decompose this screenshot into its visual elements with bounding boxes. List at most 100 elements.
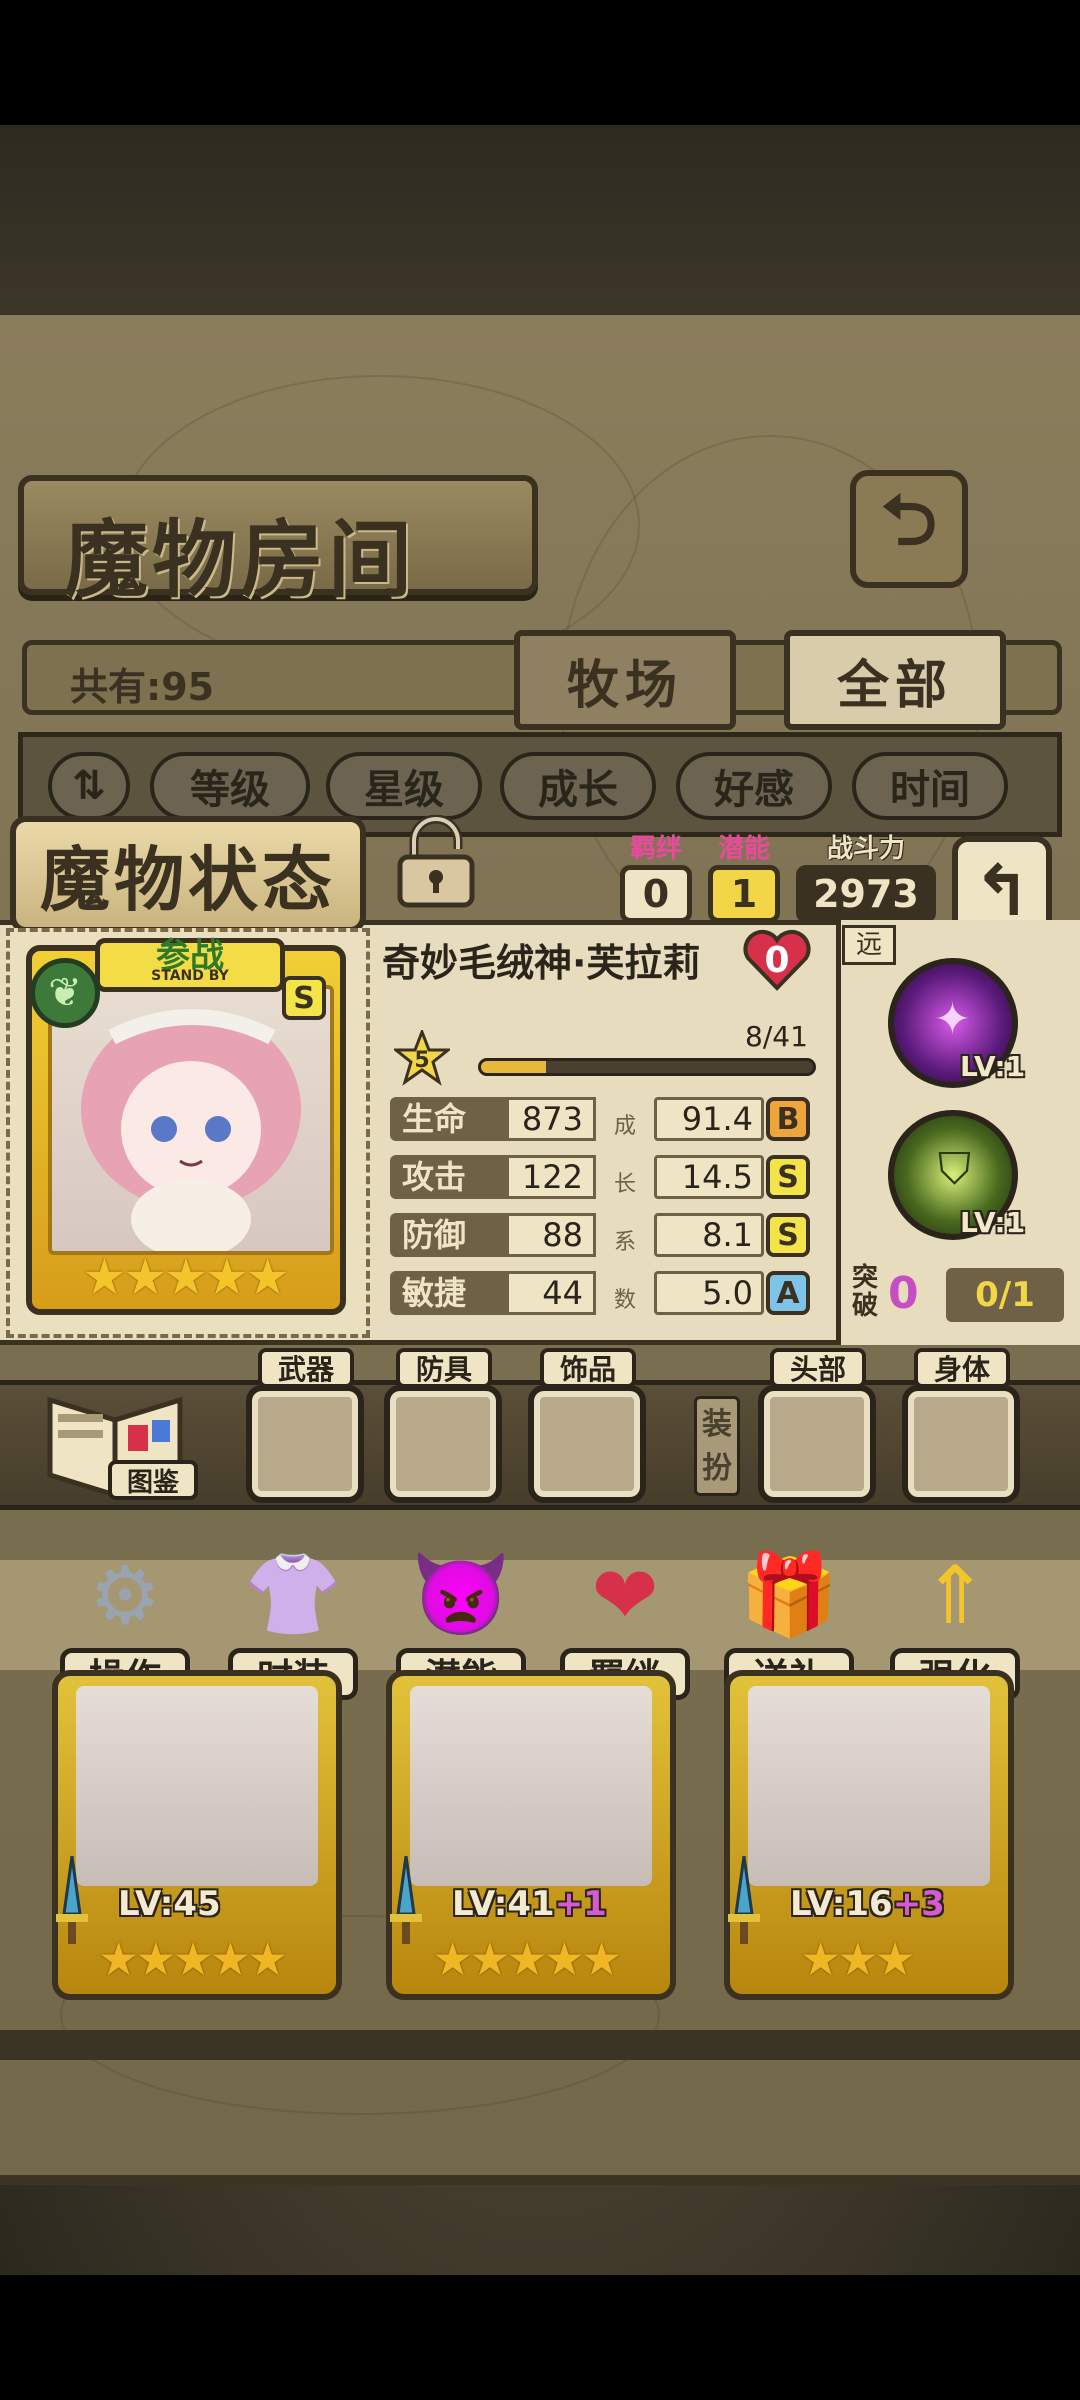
body-slot[interactable] — [902, 1385, 1020, 1503]
sword-icon — [390, 1856, 422, 1944]
break-value: 0 — [888, 1268, 919, 1319]
sort-level-button[interactable]: 等级 — [150, 752, 310, 820]
outfit-label: 装扮 — [694, 1396, 740, 1496]
monster-list-card[interactable]: LV:45 ★★★★★ — [52, 1670, 342, 2000]
exp-fill — [481, 1061, 546, 1073]
stat-value: 88 — [506, 1213, 596, 1257]
stat-hp: 生命 873 — [390, 1097, 596, 1141]
monster-stars: ★★★★★ — [98, 1932, 288, 1986]
monster-thumbnail — [748, 1686, 990, 1886]
monster-level-plus: +1 — [554, 1884, 607, 1924]
exp-bar — [478, 1058, 816, 1076]
page-title: 魔物房间 — [64, 510, 417, 609]
stat-value: 44 — [506, 1271, 596, 1315]
bond-value: 0 — [620, 865, 692, 923]
room-title-plaque: 魔物房间 — [18, 475, 538, 609]
growth-attack: 14.5 — [654, 1155, 764, 1199]
weapon-tag: 武器 — [258, 1348, 354, 1388]
stat-value: 122 — [506, 1155, 596, 1199]
growth-agility: 5.0 — [654, 1271, 764, 1315]
sort-affection-button[interactable]: 好感 — [676, 752, 832, 820]
break-label: 突破 — [851, 1263, 878, 1321]
head-tag: 头部 — [770, 1348, 866, 1388]
bond-stat: 羁绊 0 — [620, 835, 692, 923]
accessory-tag: 饰品 — [540, 1348, 636, 1388]
growth-caption-char: 成 — [614, 1114, 637, 1139]
power-value: 2973 — [796, 865, 936, 923]
potential-label: 潜能 — [717, 834, 770, 864]
armor-slot[interactable] — [384, 1385, 502, 1503]
sword-icon — [728, 1856, 760, 1944]
sort-growth-button[interactable]: 成长 — [500, 752, 656, 820]
monster-level: LV:41+1 — [452, 1884, 607, 1924]
monster-stars: ★★★★★ — [432, 1932, 622, 1986]
sparkle-icon: ✦ — [934, 994, 971, 1045]
sort-order-icon: ⇅ — [72, 763, 106, 809]
star-rating: ★★★★★ — [82, 1248, 290, 1306]
grade-agility: A — [766, 1271, 810, 1315]
growth-caption-char: 系 — [614, 1230, 637, 1255]
status-title: 魔物状态 — [10, 816, 366, 933]
codex-label[interactable]: 图鉴 — [108, 1460, 198, 1500]
exp-text: 8/41 — [745, 1020, 808, 1053]
gear-icon: ⚙ — [89, 1548, 161, 1642]
grade-defense: S — [766, 1213, 810, 1257]
gift-icon: 🎁 — [739, 1548, 839, 1641]
sort-star-button[interactable]: 星级 — [326, 752, 482, 820]
monster-level-plus: +3 — [892, 1884, 945, 1924]
tab-ranch[interactable]: 牧场 — [514, 630, 736, 730]
sword-icon — [56, 1856, 88, 1944]
power-stat: 战斗力 2973 — [796, 835, 936, 923]
sort-time-button[interactable]: 时间 — [852, 752, 1008, 820]
monster-level-text: LV:41 — [452, 1884, 555, 1924]
monster-thumbnail — [76, 1686, 318, 1886]
stat-attack: 攻击 122 — [390, 1155, 596, 1199]
list-bottom-border — [0, 2030, 1080, 2060]
stat-defense: 防御 88 — [390, 1213, 596, 1257]
body-tag: 身体 — [914, 1348, 1010, 1388]
stat-name: 敏捷 — [402, 1274, 467, 1312]
demon-icon: 👿 — [411, 1548, 511, 1641]
bond-label: 羁绊 — [629, 834, 682, 864]
unlock-icon[interactable] — [392, 815, 480, 910]
potential-stat: 潜能 1 — [708, 835, 780, 923]
exit-button[interactable]: ⮌ — [850, 470, 968, 588]
shirt-icon: 👚 — [243, 1548, 343, 1641]
armor-tag: 防具 — [396, 1348, 492, 1388]
power-label: 战斗力 — [826, 834, 905, 864]
growth-caption-char: 数 — [614, 1288, 637, 1313]
sort-order-toggle[interactable]: ⇅ — [48, 752, 130, 820]
grade-hp: B — [766, 1097, 810, 1141]
stat-name: 防御 — [402, 1216, 467, 1254]
level-value: 5 — [414, 1048, 429, 1073]
monster-illustration — [81, 1009, 301, 1259]
stat-name: 攻击 — [402, 1158, 467, 1196]
outfit-text: 装扮 — [702, 1407, 732, 1486]
accessory-slot[interactable] — [528, 1385, 646, 1503]
affection-heart-icon: 0 — [742, 928, 812, 992]
potential-value: 1 — [708, 865, 780, 923]
standby-badge: 参战 STAND BY — [95, 938, 285, 992]
head-slot[interactable] — [758, 1385, 876, 1503]
monster-thumbnail — [410, 1686, 652, 1886]
monster-list-card[interactable]: LV:41+1 ★★★★★ — [386, 1670, 676, 2000]
monster-level-text: LV:16 — [790, 1884, 893, 1924]
affection-value: 0 — [764, 939, 790, 981]
break-progress[interactable]: 0/1 — [946, 1268, 1064, 1322]
growth-defense: 8.1 — [654, 1213, 764, 1257]
skill-1-level: LV:1 — [960, 1050, 1026, 1083]
monster-portrait — [48, 985, 334, 1259]
tab-all[interactable]: 全部 — [784, 630, 1006, 730]
monster-level: LV:45 — [118, 1884, 221, 1924]
weapon-slot[interactable] — [246, 1385, 364, 1503]
stat-name: 生命 — [402, 1100, 467, 1138]
monster-stars: ★★★ — [800, 1932, 916, 1986]
monster-list-card[interactable]: LV:16+3 ★★★ — [724, 1670, 1014, 2000]
level-star-icon: 5 — [394, 1030, 450, 1086]
return-arrow-icon: ⮌ — [880, 478, 938, 561]
monster-name: 奇妙毛绒神·芙拉莉 — [382, 941, 701, 985]
total-count: 共有:95 — [70, 665, 215, 709]
up-arrows-icon: ⇑ — [921, 1548, 989, 1642]
growth-caption-char: 长 — [614, 1172, 637, 1197]
growth-hp: 91.4 — [654, 1097, 764, 1141]
